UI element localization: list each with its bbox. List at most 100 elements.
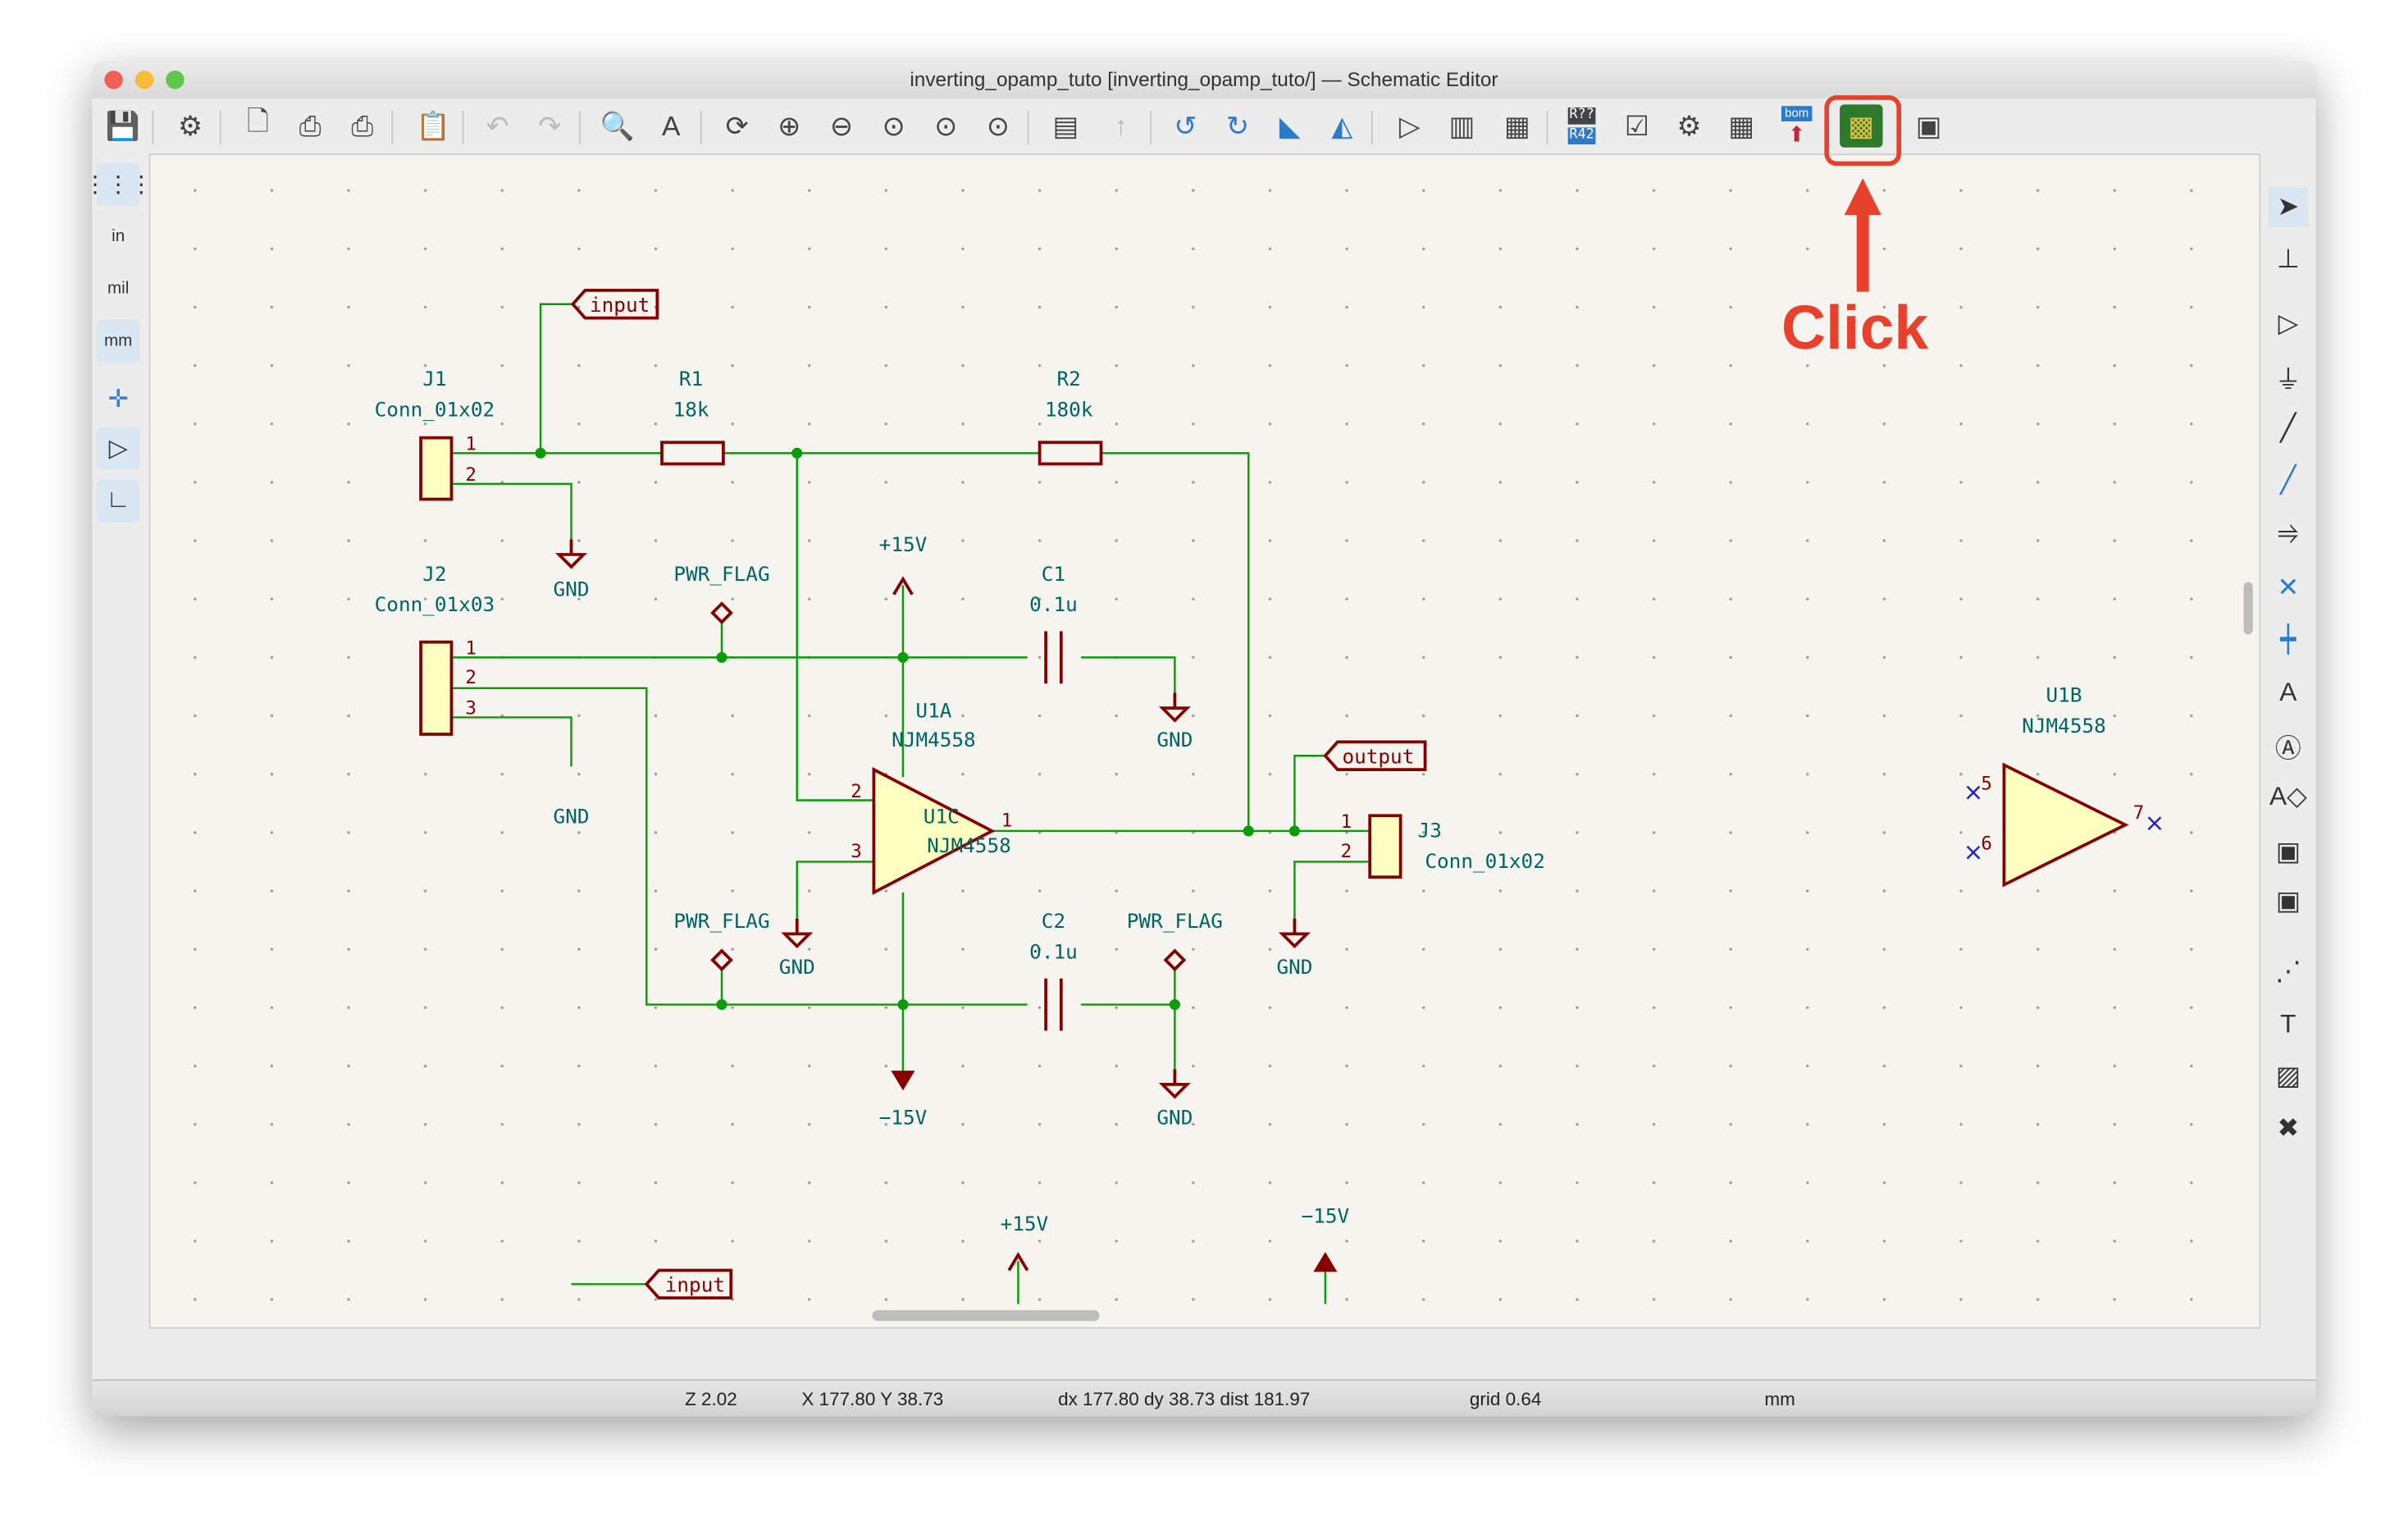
zoom-out-icon[interactable]: ⊖ (820, 104, 863, 147)
erc-icon[interactable]: ☑ (1616, 104, 1658, 147)
pin-number: 2 (851, 781, 862, 802)
close-button[interactable] (104, 71, 123, 89)
R2-ref: R2 (1057, 367, 1081, 390)
rotate-cw-icon[interactable]: ↻ (1216, 104, 1259, 147)
schematic-editor-window: inverting_opamp_tuto [inverting_opamp_tu… (92, 61, 2316, 1417)
find-replace-icon[interactable]: A (650, 104, 692, 147)
add-bus-icon[interactable]: ╱ (2269, 461, 2309, 501)
U1C-ref: U1C (924, 805, 960, 829)
delete-tool-icon[interactable]: ✖ (2269, 1109, 2309, 1149)
label-input: input (590, 293, 650, 317)
U1B-value: NJM4558 (2022, 714, 2106, 738)
zoom-objects-icon[interactable]: ⊙ (924, 104, 967, 147)
cursor-crosshair-icon[interactable]: ✛ (97, 378, 139, 421)
minimize-button[interactable] (135, 71, 154, 89)
free-angle-wires-icon[interactable]: ∟ (96, 479, 140, 523)
U1A-value: NJM4558 (892, 728, 976, 751)
mirror-horizontal-icon[interactable]: ◭ (1320, 104, 1363, 147)
toolbar-separator (391, 110, 394, 145)
hierarchy-navigator-icon[interactable]: ▤ (1044, 104, 1087, 147)
scripting-console-icon[interactable]: ▣ (1908, 104, 1950, 147)
J3-ref: J3 (1418, 818, 1442, 842)
gnd-label: GND (1156, 1106, 1193, 1130)
inches-button[interactable]: in (97, 215, 139, 258)
pin-number: 2 (465, 667, 477, 688)
mils-label: mil (107, 279, 130, 299)
zoom-selection-icon[interactable]: ⊙ (977, 104, 1019, 147)
zoom-fit-icon[interactable]: ⊙ (873, 104, 915, 147)
C1-ref: C1 (1042, 562, 1065, 586)
paste-icon[interactable]: 📋 (412, 104, 454, 147)
zoom-in-icon[interactable]: ⊕ (768, 104, 810, 147)
inches-label: in (112, 227, 125, 246)
label-input-2: input (665, 1273, 725, 1297)
net-label-icon[interactable]: A (2269, 673, 2309, 713)
label-output: output (1342, 745, 1414, 769)
redo-icon[interactable]: ↷ (528, 104, 571, 147)
zoom-readout: Z 2.02 (685, 1388, 737, 1410)
pwr-flag-label: PWR_FLAG (673, 562, 769, 586)
select-icon[interactable]: ➤ (2268, 187, 2309, 228)
print-icon[interactable]: ⎙ (289, 104, 331, 147)
annotate-icon[interactable]: R?? R42 (1560, 104, 1603, 147)
hidden-pins-icon[interactable]: ▷ (96, 427, 140, 470)
bus-entry-icon[interactable]: ⥤ (2269, 513, 2309, 553)
pin-number: 1 (1341, 811, 1352, 833)
add-wire-icon[interactable]: ╱ (2269, 409, 2309, 449)
gnd-label: GND (779, 955, 815, 979)
J2-ref: J2 (422, 562, 446, 586)
plot-icon[interactable]: ⎙ (341, 104, 384, 147)
cursor-position: X 177.80 Y 38.73 (801, 1388, 944, 1410)
pin-number: 1 (1001, 810, 1013, 831)
plus15v-label: +15V (1001, 1212, 1049, 1235)
gnd-label: GND (1276, 955, 1312, 979)
leave-sheet-icon[interactable]: ↑ (1100, 104, 1142, 147)
add-text-icon[interactable]: T (2269, 1005, 2309, 1045)
refresh-icon[interactable]: ⟳ (716, 104, 759, 147)
symbol-browser-icon[interactable]: ▥ (1440, 104, 1483, 147)
rotate-ccw-icon[interactable]: ↺ (1164, 104, 1206, 147)
highlight-net-icon[interactable]: ⊥ (2269, 240, 2309, 280)
bom-arrow-icon: ⬆ (1787, 120, 1806, 145)
R1-value: 18k (673, 397, 709, 421)
pin-number: 2 (465, 464, 477, 486)
no-connect-icon[interactable]: ✕ (2269, 569, 2309, 609)
hierarchical-label-icon[interactable]: A◇ (2269, 777, 2309, 817)
grid-icon[interactable]: ⋮⋮⋮ (92, 162, 153, 206)
gnd-label: GND (554, 805, 590, 829)
zoom-button[interactable] (166, 71, 185, 89)
bom-icon[interactable]: bom ⬆ (1775, 104, 1817, 147)
symbol-editor-icon[interactable]: ▷ (1389, 104, 1431, 147)
global-label-icon[interactable]: Ⓐ (2269, 725, 2309, 765)
mils-button[interactable]: mil (97, 267, 139, 310)
schematic-drawing: input output input 1 2 1 2 3 1 2 2 3 1 5… (150, 155, 2260, 1327)
add-sheet-icon[interactable]: ▣ (2269, 833, 2309, 873)
pin-number: 2 (1341, 841, 1352, 862)
vertical-scrollbar[interactable] (2243, 582, 2253, 635)
pin-number: 6 (1981, 833, 1992, 854)
pin-number: 3 (465, 698, 477, 719)
delta-readout: dx 177.80 dy 38.73 dist 181.97 (1058, 1388, 1311, 1410)
add-symbol-icon[interactable]: ▷ (2269, 304, 2309, 345)
find-icon[interactable]: 🔍 (595, 104, 638, 147)
toolbar-separator (152, 110, 154, 145)
toolbar-separator (578, 110, 581, 145)
toolbar-separator (219, 110, 221, 145)
schematic-canvas[interactable]: input output input 1 2 1 2 3 1 2 2 3 1 5… (148, 153, 2261, 1329)
add-image-icon[interactable]: ▨ (2269, 1057, 2309, 1097)
symbol-fields-table-icon[interactable]: ▦ (1720, 104, 1763, 147)
mm-button[interactable]: mm (96, 319, 140, 363)
mirror-vertical-icon[interactable]: ◣ (1269, 104, 1311, 147)
schematic-setup-icon[interactable]: ⚙ (169, 104, 212, 147)
J1-ref: J1 (422, 367, 446, 390)
add-graphic-lines-icon[interactable]: ⋰ (2269, 952, 2309, 993)
footprint-assign-icon[interactable]: ▦ (1496, 104, 1539, 147)
import-sheet-pin-icon[interactable]: ▣ (2269, 882, 2309, 922)
save-icon[interactable]: 💾 (102, 104, 144, 147)
junction-icon[interactable]: ┿ (2269, 620, 2309, 660)
page-settings-icon[interactable]: 🗋 (236, 104, 279, 147)
horizontal-scrollbar[interactable] (872, 1310, 1100, 1322)
cvpcb-icon[interactable]: ⚙ (1667, 104, 1710, 147)
add-power-icon[interactable]: ⏚ (2269, 356, 2309, 396)
undo-icon[interactable]: ↶ (476, 104, 518, 147)
